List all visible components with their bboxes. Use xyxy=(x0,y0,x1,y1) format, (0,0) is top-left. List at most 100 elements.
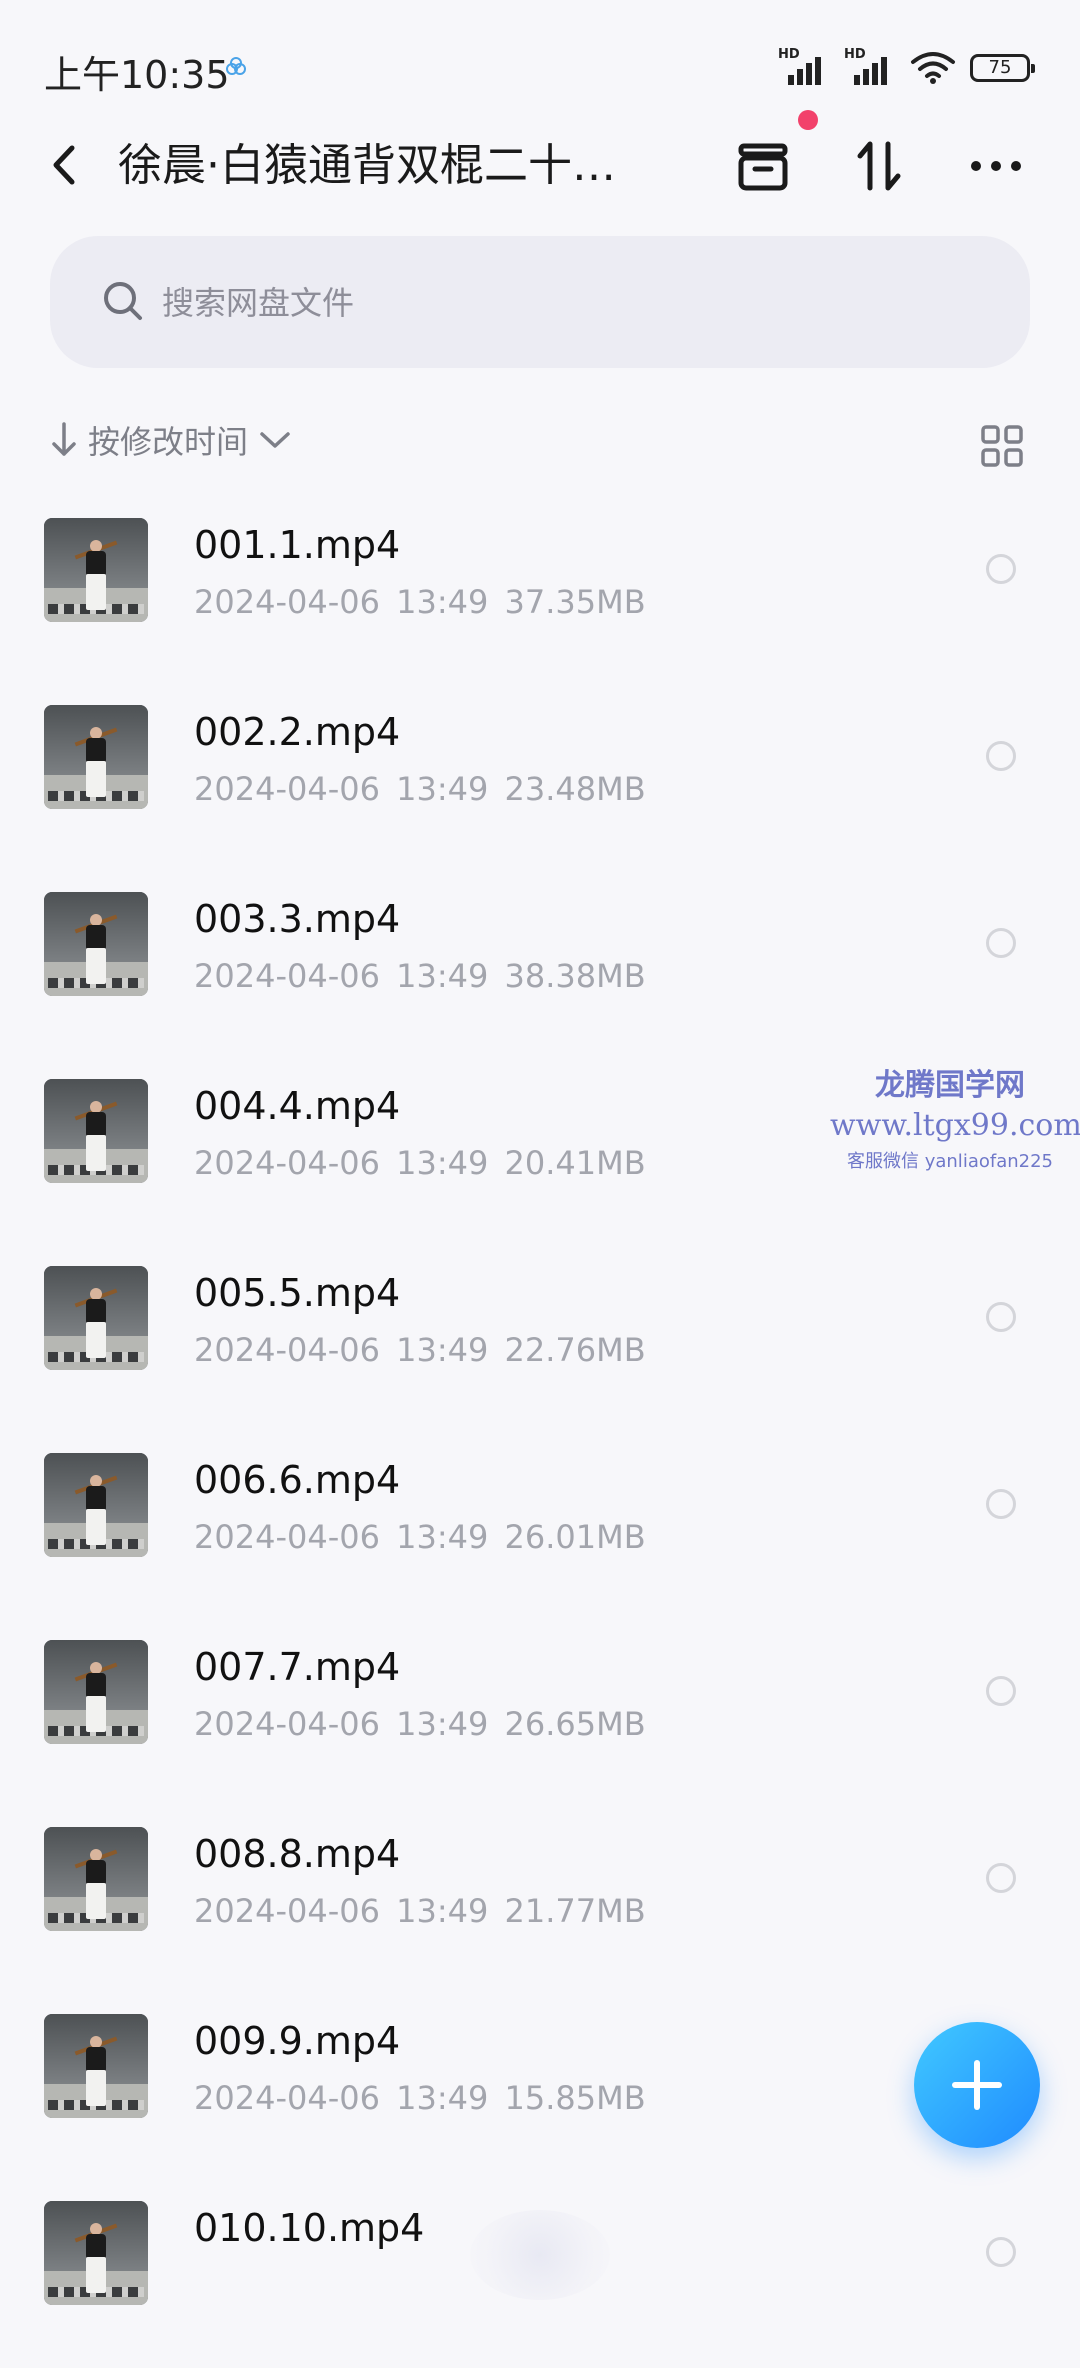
floating-assistant[interactable] xyxy=(470,2210,610,2300)
notification-dot xyxy=(798,110,818,130)
list-item[interactable]: 003.3.mp4 2024-04-06 13:49 38.38MB xyxy=(0,872,1080,1059)
list-item[interactable]: 007.7.mp4 2024-04-06 13:49 26.65MB xyxy=(0,1620,1080,1807)
file-size: 15.85MB xyxy=(504,2079,646,2117)
arrow-down-icon xyxy=(52,422,76,456)
chevron-down-icon xyxy=(260,432,290,448)
file-date: 2024-04-06 xyxy=(194,957,380,995)
file-size: 38.38MB xyxy=(504,957,646,995)
file-name: 007.7.mp4 xyxy=(194,1645,401,1689)
video-thumbnail xyxy=(44,1640,148,1744)
file-date: 2024-04-06 xyxy=(194,1518,380,1556)
video-thumbnail xyxy=(44,2201,148,2305)
sort-row: 按修改时间 xyxy=(0,410,1080,470)
file-size: 37.35MB xyxy=(504,583,646,621)
select-radio[interactable] xyxy=(986,928,1016,958)
file-meta: 2024-04-06 13:49 15.85MB xyxy=(194,2078,646,2118)
file-meta: 2024-04-06 13:49 38.38MB xyxy=(194,956,646,996)
list-item[interactable]: 001.1.mp4 2024-04-06 13:49 37.35MB xyxy=(0,498,1080,685)
file-time: 13:49 xyxy=(396,1518,489,1556)
file-size: 26.65MB xyxy=(504,1705,646,1743)
list-item[interactable]: 002.2.mp4 2024-04-06 13:49 23.48MB xyxy=(0,685,1080,872)
status-time: 上午10:35 xyxy=(44,53,230,97)
file-name: 009.9.mp4 xyxy=(194,2019,401,2063)
more-icon[interactable] xyxy=(966,136,1026,196)
file-date: 2024-04-06 xyxy=(194,1892,380,1930)
file-time: 13:49 xyxy=(396,2079,489,2117)
file-meta: 2024-04-06 13:49 37.35MB xyxy=(194,582,646,622)
file-size: 20.41MB xyxy=(504,1144,646,1182)
file-meta: 2024-04-06 13:49 26.01MB xyxy=(194,1517,646,1557)
watermark-title: 龙腾国学网 xyxy=(875,1068,1025,1103)
file-time: 13:49 xyxy=(396,1331,489,1369)
cloud-sync-icon xyxy=(226,57,246,75)
page-title: 徐晨·白猿通背双棍二十… xyxy=(118,140,616,191)
file-date: 2024-04-06 xyxy=(194,770,380,808)
file-date: 2024-04-06 xyxy=(194,2079,380,2117)
select-radio[interactable] xyxy=(986,2237,1016,2267)
file-time: 13:49 xyxy=(396,957,489,995)
file-name: 002.2.mp4 xyxy=(194,710,401,754)
file-meta: 2024-04-06 13:49 20.41MB xyxy=(194,1143,646,1183)
file-name: 005.5.mp4 xyxy=(194,1271,401,1315)
list-item[interactable]: 006.6.mp4 2024-04-06 13:49 26.01MB xyxy=(0,1433,1080,1620)
file-size: 21.77MB xyxy=(504,1892,646,1930)
back-icon[interactable] xyxy=(40,140,90,190)
select-radio[interactable] xyxy=(986,1489,1016,1519)
video-thumbnail xyxy=(44,892,148,996)
video-thumbnail xyxy=(44,518,148,622)
video-thumbnail xyxy=(44,2014,148,2118)
signal-icon: HD xyxy=(844,47,896,85)
file-meta: 2024-04-06 13:49 21.77MB xyxy=(194,1891,646,1931)
select-radio[interactable] xyxy=(986,554,1016,584)
file-date: 2024-04-06 xyxy=(194,1144,380,1182)
watermark: 龙腾国学网 www.ltgx99.com 客服微信 yanliaofan225 xyxy=(830,1060,1080,1173)
add-button[interactable] xyxy=(914,2022,1040,2148)
file-size: 26.01MB xyxy=(504,1518,646,1556)
search-icon xyxy=(104,282,142,320)
select-radio[interactable] xyxy=(986,1676,1016,1706)
file-name: 006.6.mp4 xyxy=(194,1458,401,1502)
file-time: 13:49 xyxy=(396,770,489,808)
file-meta: 2024-04-06 13:49 23.48MB xyxy=(194,769,646,809)
file-date: 2024-04-06 xyxy=(194,583,380,621)
select-radio[interactable] xyxy=(986,1863,1016,1893)
select-radio[interactable] xyxy=(986,1302,1016,1332)
header: 徐晨·白猿通背双棍二十… xyxy=(0,120,1080,210)
file-name: 004.4.mp4 xyxy=(194,1084,401,1128)
file-name: 003.3.mp4 xyxy=(194,897,401,941)
select-radio[interactable] xyxy=(986,741,1016,771)
file-time: 13:49 xyxy=(396,1705,489,1743)
grid-view-icon[interactable] xyxy=(980,424,1024,468)
plus-icon xyxy=(952,2060,1002,2110)
watermark-url: www.ltgx99.com xyxy=(830,1108,1080,1143)
status-icons: HD HD 75 xyxy=(778,47,1035,86)
list-item[interactable]: 005.5.mp4 2024-04-06 13:49 22.76MB xyxy=(0,1246,1080,1433)
file-size: 23.48MB xyxy=(504,770,646,808)
file-time: 13:49 xyxy=(396,583,489,621)
sort-button[interactable]: 按修改时间 xyxy=(50,410,292,470)
sort-swap-icon[interactable] xyxy=(850,136,910,196)
search-bar[interactable] xyxy=(50,236,1030,368)
file-name: 010.10.mp4 xyxy=(194,2206,425,2250)
file-time: 13:49 xyxy=(396,1892,489,1930)
file-meta: 2024-04-06 13:49 26.65MB xyxy=(194,1704,646,1744)
status-bar: 上午10:35 HD HD 75 xyxy=(0,0,1080,130)
search-input[interactable] xyxy=(160,272,984,334)
file-date: 2024-04-06 xyxy=(194,1331,380,1369)
sort-label: 按修改时间 xyxy=(88,423,249,461)
file-date: 2024-04-06 xyxy=(194,1705,380,1743)
signal-icon: HD xyxy=(778,47,830,85)
file-size: 22.76MB xyxy=(504,1331,646,1369)
list-item[interactable]: 008.8.mp4 2024-04-06 13:49 21.77MB xyxy=(0,1807,1080,1994)
file-meta: 2024-04-06 13:49 22.76MB xyxy=(194,1330,646,1370)
file-name: 001.1.mp4 xyxy=(194,523,401,567)
transfer-box-icon[interactable] xyxy=(733,136,793,196)
file-name: 008.8.mp4 xyxy=(194,1832,401,1876)
video-thumbnail xyxy=(44,705,148,809)
video-thumbnail xyxy=(44,1079,148,1183)
battery-icon: 75 xyxy=(970,54,1035,82)
wifi-icon xyxy=(911,52,955,84)
file-time: 13:49 xyxy=(396,1144,489,1182)
video-thumbnail xyxy=(44,1453,148,1557)
video-thumbnail xyxy=(44,1827,148,1931)
